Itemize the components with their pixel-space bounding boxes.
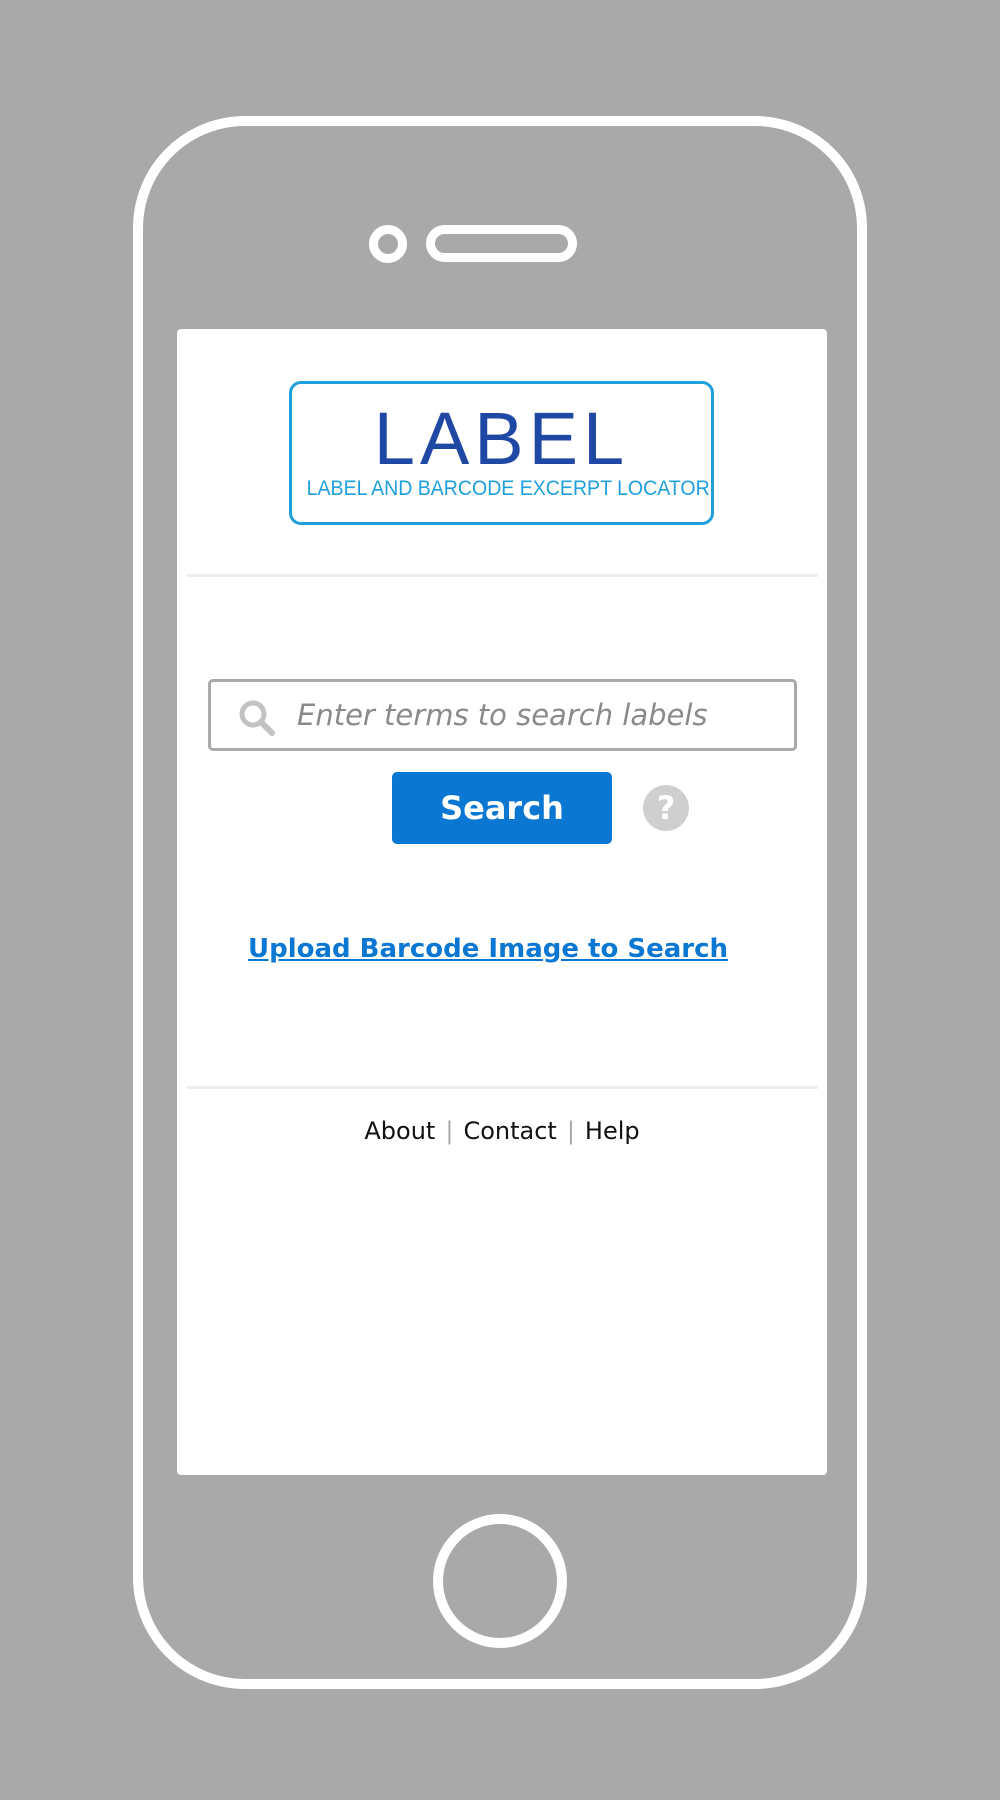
logo-wordmark: LABEL xyxy=(373,397,630,480)
phone-home-button xyxy=(433,1514,567,1648)
help-icon[interactable]: ? xyxy=(643,785,689,831)
phone-camera xyxy=(369,225,407,263)
upload-barcode-link[interactable]: Upload Barcode Image to Search xyxy=(163,934,813,964)
footer-nav: About | Contact | Help xyxy=(177,1117,827,1145)
footer-separator: | xyxy=(445,1117,454,1145)
logo-tagline: LABEL AND BARCODE EXCERPT LOCATOR xyxy=(306,477,710,500)
search-box[interactable] xyxy=(208,679,797,751)
search-button[interactable]: Search xyxy=(392,772,612,844)
header-divider xyxy=(187,574,818,577)
footer-divider xyxy=(187,1086,818,1089)
phone-screen: LABEL LABEL AND BARCODE EXCERPT LOCATOR … xyxy=(177,329,827,1475)
footer-link-about[interactable]: About xyxy=(364,1117,435,1145)
footer-separator: | xyxy=(566,1117,575,1145)
search-input[interactable] xyxy=(297,690,787,740)
search-icon xyxy=(239,700,275,736)
footer-link-contact[interactable]: Contact xyxy=(463,1117,556,1145)
app-logo: LABEL LABEL AND BARCODE EXCERPT LOCATOR xyxy=(289,381,714,525)
footer-link-help[interactable]: Help xyxy=(585,1117,640,1145)
phone-speaker xyxy=(426,225,577,262)
